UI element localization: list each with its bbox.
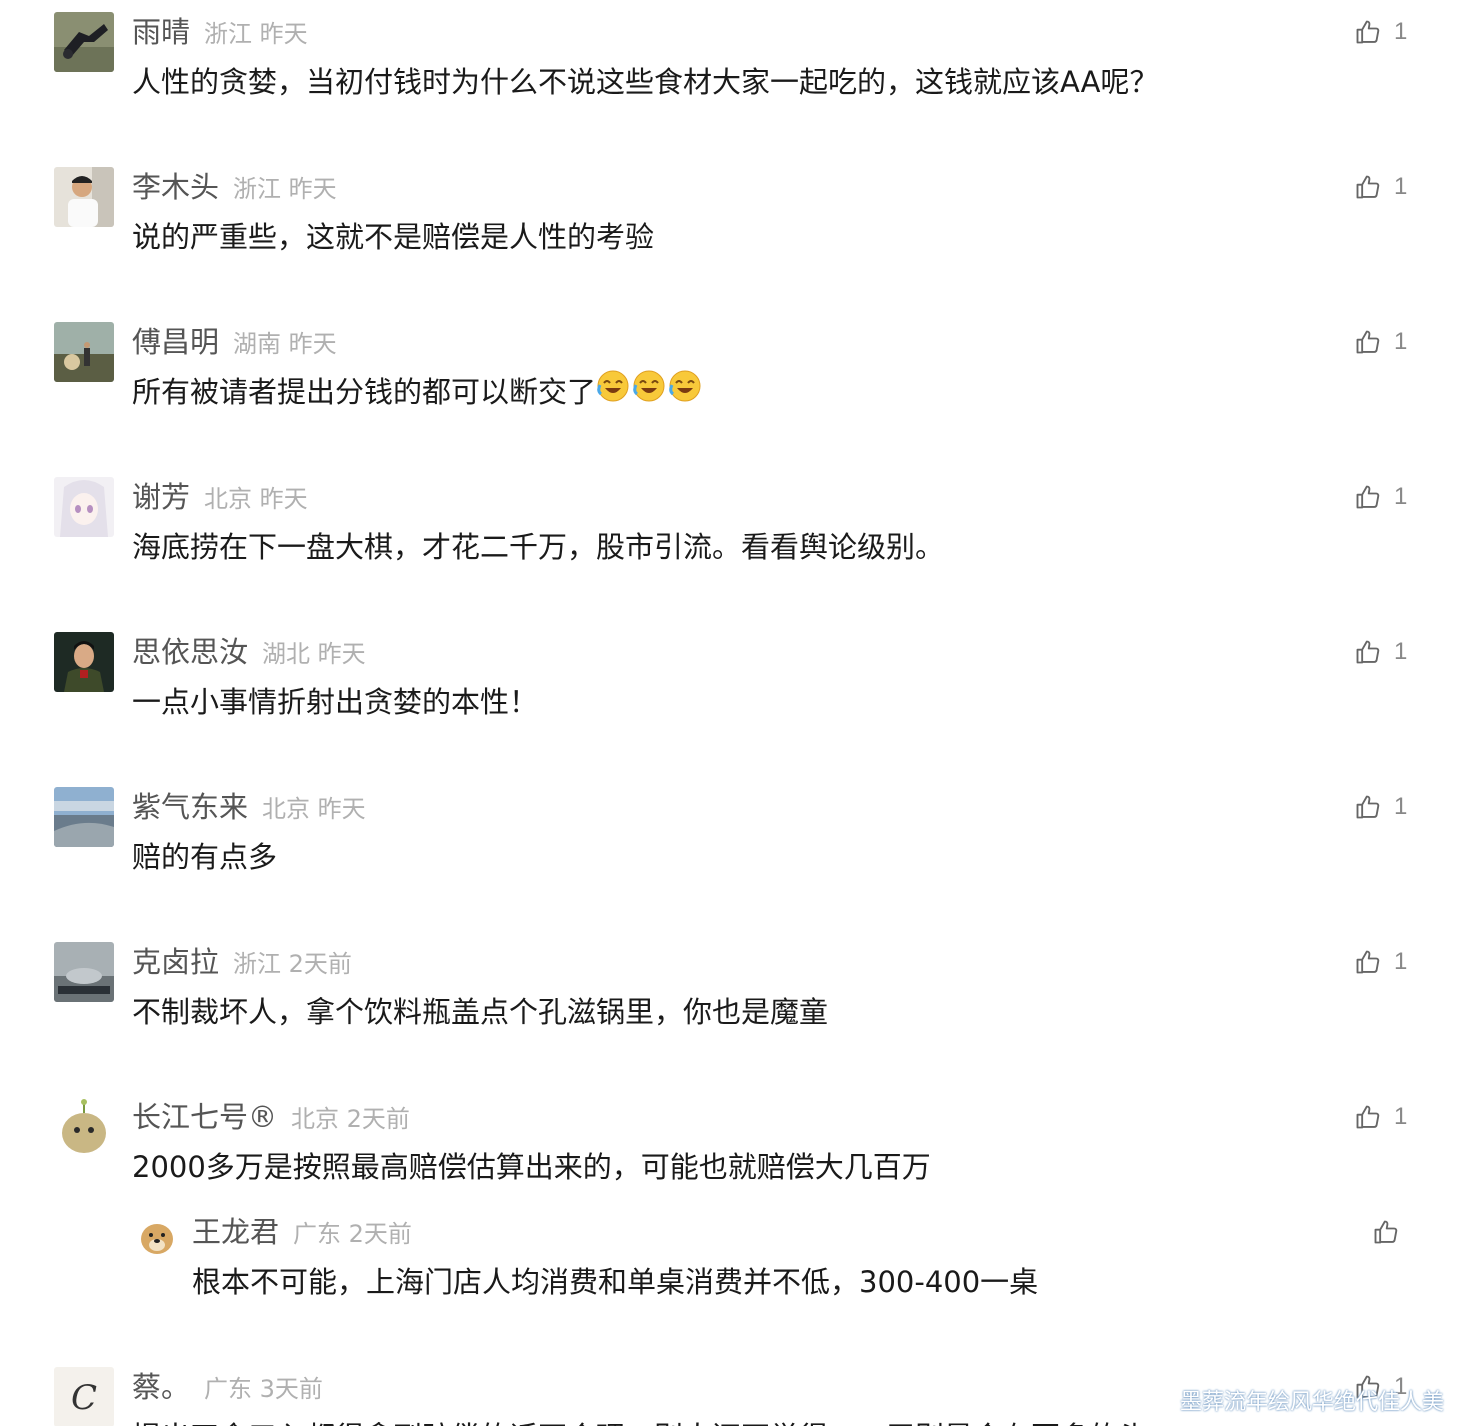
thumbs-up-icon <box>1356 640 1380 664</box>
avatar[interactable] <box>54 942 114 1002</box>
avatar[interactable]: C <box>54 1367 114 1426</box>
avatar[interactable] <box>54 787 114 847</box>
reply-author[interactable]: 王龙君 <box>192 1212 279 1252</box>
comment-time: 3天前 <box>259 1375 323 1403</box>
comment-meta: 湖北 昨天 <box>262 638 366 670</box>
avatar[interactable] <box>54 632 114 692</box>
comment-author[interactable]: 思依思汝 <box>132 632 248 672</box>
avatar[interactable] <box>54 167 114 227</box>
comment-location: 广东 <box>204 1375 252 1403</box>
comment-location: 北京 <box>204 485 252 513</box>
like-count: 1 <box>1394 18 1408 45</box>
comment-time: 昨天 <box>259 485 308 513</box>
comment-location: 湖北 <box>262 640 310 668</box>
thumbs-up-icon <box>1356 330 1380 354</box>
comment-location: 浙江 <box>204 20 252 48</box>
thumbs-up-icon <box>1356 1105 1380 1129</box>
comment-item: 谢芳 北京 昨天 海底捞在下一盘大棋，才花二千万，股市引流。看看舆论级别。 1 <box>0 465 1467 620</box>
comment-author[interactable]: 蔡。 <box>132 1367 190 1407</box>
like-count: 1 <box>1394 638 1408 665</box>
comment-text: 说的严重些，这就不是赔偿是人性的考验 <box>132 220 655 254</box>
comment-location: 浙江 <box>233 175 281 203</box>
like-button[interactable] <box>1372 1216 1400 1248</box>
comment-meta: 北京 昨天 <box>262 793 366 825</box>
like-count: 1 <box>1394 948 1408 975</box>
comment-time: 昨天 <box>259 20 308 48</box>
like-button[interactable]: 1 <box>1354 1101 1407 1133</box>
thumbs-up-icon <box>1356 20 1380 44</box>
comment-author[interactable]: 长江七号® <box>132 1097 277 1137</box>
avatar[interactable] <box>54 322 114 382</box>
comment-author[interactable]: 雨晴 <box>132 12 190 52</box>
comment-item: 傅昌明 湖南 昨天 所有被请者提出分钱的都可以断交了 1 <box>0 310 1467 465</box>
comment-meta: 浙江 昨天 <box>233 173 337 205</box>
comment-author[interactable]: 傅昌明 <box>132 322 219 362</box>
comment-location: 北京 <box>262 795 310 823</box>
comment-author[interactable]: 谢芳 <box>132 477 190 517</box>
comment-text: 人性的贪婪，当初付钱时为什么不说这些食材大家一起吃的，这钱就应该AA呢？ <box>132 65 1159 99</box>
comment-item: 思依思汝 湖北 昨天 一点小事情折射出贪婪的本性！ 1 <box>0 620 1467 775</box>
svg-text:C: C <box>71 1378 97 1418</box>
reply-meta: 广东 2天前 <box>293 1218 412 1250</box>
comment-author[interactable]: 克卤拉 <box>132 942 219 982</box>
comment-text: 海底捞在下一盘大棋，才花二千万，股市引流。看看舆论级别。 <box>132 530 945 564</box>
like-button[interactable]: 1 <box>1354 636 1407 668</box>
comment-location: 浙江 <box>233 950 281 978</box>
comment-text: 不制裁坏人，拿个饮料瓶盖点个孔滋锅里，你也是魔童 <box>132 995 829 1029</box>
comment-time: 昨天 <box>317 640 366 668</box>
comment-text: 一点小事情折射出贪婪的本性！ <box>132 685 539 719</box>
comment-meta: 北京 昨天 <box>204 483 308 515</box>
avatar[interactable] <box>54 12 114 72</box>
comment-text: 赔的有点多 <box>132 840 278 874</box>
like-count: 1 <box>1394 793 1408 820</box>
comment-meta: 浙江 昨天 <box>204 18 308 50</box>
comment-item: 李木头 浙江 昨天 说的严重些，这就不是赔偿是人性的考验 1 <box>0 155 1467 310</box>
reply-location: 广东 <box>293 1220 341 1248</box>
like-button[interactable]: 1 <box>1354 791 1407 823</box>
comment-item: 克卤拉 浙江 2天前 不制裁坏人，拿个饮料瓶盖点个孔滋锅里，你也是魔童 1 <box>0 930 1467 1085</box>
crying-laughing-emoji-icon <box>596 369 704 415</box>
like-button[interactable]: 1 <box>1354 326 1407 358</box>
comment-text: 所有被请者提出分钱的都可以断交了 <box>132 370 704 415</box>
like-count: 1 <box>1394 328 1408 355</box>
thumbs-up-icon <box>1356 950 1380 974</box>
comment-text: 2000多万是按照最高赔偿估算出来的，可能也就赔偿大几百万 <box>132 1150 931 1184</box>
avatar[interactable] <box>135 1215 179 1259</box>
comment-text-body: 所有被请者提出分钱的都可以断交了 <box>132 375 597 409</box>
comment-time: 2天前 <box>288 950 352 978</box>
like-button[interactable]: 1 <box>1354 481 1407 513</box>
reply-item: 王龙君 广东 2天前 根本不可能，上海门店人均消费和单桌消费并不低，300-40… <box>0 1210 1467 1310</box>
thumbs-up-icon <box>1356 175 1380 199</box>
like-count: 1 <box>1394 173 1408 200</box>
comment-meta: 北京 2天前 <box>291 1103 410 1135</box>
like-button[interactable]: 1 <box>1354 16 1407 48</box>
comment-meta: 浙江 2天前 <box>233 948 352 980</box>
comment-location: 北京 <box>291 1105 339 1133</box>
reply-text: 根本不可能，上海门店人均消费和单桌消费并不低，300-400一桌 <box>192 1265 1039 1299</box>
thumbs-up-icon <box>1374 1220 1398 1244</box>
comment-text: 提出四舍五入都得拿到赔偿的话不合理，别人还不觉得……无别是会有更多的头 <box>132 1415 1147 1426</box>
thumbs-up-icon <box>1356 795 1380 819</box>
avatar[interactable] <box>54 1097 114 1157</box>
comment-time: 昨天 <box>288 175 337 203</box>
watermark: 墨葬流年绘风华绝代佳人美 <box>1180 1390 1445 1415</box>
like-count: 1 <box>1394 483 1408 510</box>
thumbs-up-icon <box>1356 485 1380 509</box>
comment-item: 雨晴 浙江 昨天 人性的贪婪，当初付钱时为什么不说这些食材大家一起吃的，这钱就应… <box>0 0 1467 155</box>
comment-time: 昨天 <box>317 795 366 823</box>
like-button[interactable]: 1 <box>1354 946 1407 978</box>
comment-time: 2天前 <box>346 1105 410 1133</box>
comment-author[interactable]: 紫气东来 <box>132 787 248 827</box>
avatar[interactable] <box>54 477 114 537</box>
comment-time: 昨天 <box>288 330 337 358</box>
reply-time: 2天前 <box>348 1220 412 1248</box>
like-button[interactable]: 1 <box>1354 171 1407 203</box>
like-count: 1 <box>1394 1103 1408 1130</box>
comment-location: 湖南 <box>233 330 281 358</box>
comment-meta: 广东 3天前 <box>204 1373 323 1405</box>
comment-meta: 湖南 昨天 <box>233 328 337 360</box>
comment-author[interactable]: 李木头 <box>132 167 219 207</box>
comment-item: 紫气东来 北京 昨天 赔的有点多 1 <box>0 775 1467 930</box>
